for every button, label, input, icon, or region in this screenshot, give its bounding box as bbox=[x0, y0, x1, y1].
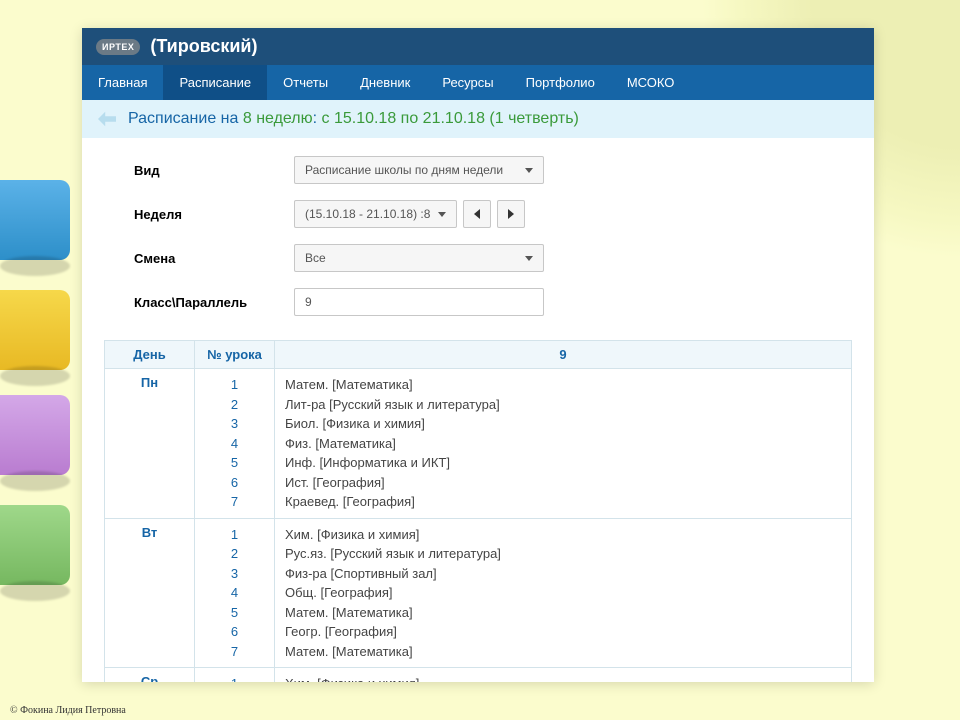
filter-shift-select[interactable]: Все bbox=[294, 244, 544, 272]
filter-shift-label: Смена bbox=[134, 251, 294, 266]
subheader-prefix: Расписание на bbox=[128, 110, 243, 127]
filter-week-select[interactable]: (15.10.18 - 21.10.18) :8 bbox=[294, 200, 457, 228]
filter-shift-value: Все bbox=[305, 251, 326, 265]
filter-view-label: Вид bbox=[134, 163, 294, 178]
th-class: 9 bbox=[275, 341, 852, 369]
nav-item-2[interactable]: Отчеты bbox=[267, 65, 344, 100]
week-prev-button[interactable] bbox=[463, 200, 491, 228]
cell-lesson-num: 1 bbox=[195, 668, 275, 683]
decor-ribbon-green bbox=[0, 505, 70, 585]
app-titlebar: ИРТЕХ (Тировский) bbox=[82, 28, 874, 65]
subheader-range-prefix: : bbox=[313, 110, 322, 127]
back-icon[interactable] bbox=[96, 110, 118, 128]
decor-ribbon-purple bbox=[0, 395, 70, 475]
chevron-down-icon bbox=[525, 256, 533, 261]
filter-class-field[interactable]: 9 bbox=[294, 288, 544, 316]
subheader-range: с 15.10.18 по 21.10.18 (1 четверть) bbox=[322, 110, 579, 127]
cell-lesson-num: 1234567 bbox=[195, 518, 275, 668]
table-row: Вт1234567Хим. [Физика и химия]Рус.яз. [Р… bbox=[105, 518, 852, 668]
table-row: Пн1234567Матем. [Математика]Лит-ра [Русс… bbox=[105, 369, 852, 519]
page-subheader: Расписание на 8 неделю: с 15.10.18 по 21… bbox=[82, 100, 874, 138]
nav-item-0[interactable]: Главная bbox=[82, 65, 163, 100]
week-next-button[interactable] bbox=[497, 200, 525, 228]
arrow-left-icon bbox=[474, 209, 480, 219]
th-num: № урока bbox=[195, 341, 275, 369]
cell-day: Вт bbox=[105, 518, 195, 668]
filter-view-value: Расписание школы по дням недели bbox=[305, 163, 503, 177]
decor-ribbon-yellow bbox=[0, 290, 70, 370]
nav-item-6[interactable]: МСОКО bbox=[611, 65, 691, 100]
arrow-right-icon bbox=[508, 209, 514, 219]
filter-class-label: Класс\Параллель bbox=[134, 295, 294, 310]
nav-item-3[interactable]: Дневник bbox=[344, 65, 426, 100]
chevron-down-icon bbox=[525, 168, 533, 173]
table-row: Ср1Хим. [Физика и химия] bbox=[105, 668, 852, 683]
filter-week-value: (15.10.18 - 21.10.18) :8 bbox=[305, 207, 430, 221]
logo-badge: ИРТЕХ bbox=[96, 39, 140, 55]
nav-item-4[interactable]: Ресурсы bbox=[426, 65, 509, 100]
cell-subject: Матем. [Математика]Лит-ра [Русский язык … bbox=[275, 369, 852, 519]
app-title: (Тировский) bbox=[150, 36, 257, 57]
nav-item-5[interactable]: Портфолио bbox=[510, 65, 611, 100]
schedule-table: День № урока 9 Пн1234567Матем. [Математи… bbox=[104, 340, 852, 682]
main-nav: ГлавнаяРасписаниеОтчетыДневникРесурсыПор… bbox=[82, 65, 874, 100]
decor-ribbon-blue bbox=[0, 180, 70, 260]
filter-view-select[interactable]: Расписание школы по дням недели bbox=[294, 156, 544, 184]
filters: Вид Расписание школы по дням недели Неде… bbox=[82, 138, 874, 340]
th-day: День bbox=[105, 341, 195, 369]
slide-credit: © Фокина Лидия Петровна bbox=[10, 705, 126, 716]
filter-week-label: Неделя bbox=[134, 207, 294, 222]
subheader-week: 8 неделю bbox=[243, 110, 313, 127]
cell-day: Пн bbox=[105, 369, 195, 519]
app-panel: ИРТЕХ (Тировский) ГлавнаяРасписаниеОтчет… bbox=[82, 28, 874, 682]
cell-subject: Хим. [Физика и химия] bbox=[275, 668, 852, 683]
cell-day: Ср bbox=[105, 668, 195, 683]
chevron-down-icon bbox=[438, 212, 446, 217]
cell-subject: Хим. [Физика и химия]Рус.яз. [Русский яз… bbox=[275, 518, 852, 668]
nav-item-1[interactable]: Расписание bbox=[163, 65, 267, 100]
cell-lesson-num: 1234567 bbox=[195, 369, 275, 519]
